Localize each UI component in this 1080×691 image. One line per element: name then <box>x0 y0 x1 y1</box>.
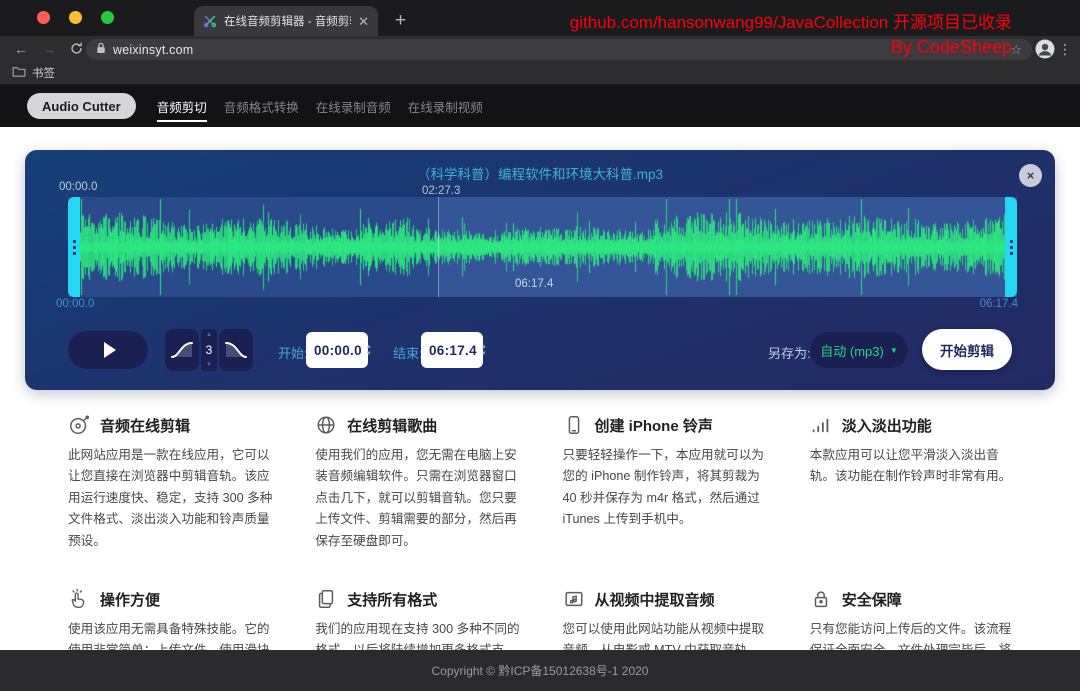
feature-text: 本款应用可以让您平滑淡入淡出音轨。该功能在制作铃声时非常有用。 <box>810 445 1015 488</box>
browser-menu-icon[interactable]: ⋮ <box>1058 39 1072 59</box>
fade-bars-icon <box>810 414 832 436</box>
track-title: （科学科普）编程软件和环境大科普.mp3 <box>25 163 1055 183</box>
start-cut-button[interactable]: 开始剪辑 <box>922 329 1012 370</box>
fade-out-icon <box>224 341 248 359</box>
https-lock-icon <box>96 41 106 59</box>
tab-close-icon[interactable]: ✕ <box>358 15 369 28</box>
play-icon <box>104 342 116 358</box>
save-as-label: 另存为: <box>768 343 811 362</box>
folder-icon <box>12 64 26 82</box>
overlay-text-line2: By CodeSheep <box>891 37 1012 58</box>
stepper-down-icon[interactable]: ▼ <box>206 362 212 368</box>
bookmarks-bar: 书签 <box>0 62 1080 85</box>
site-favicon-icon <box>203 14 217 28</box>
bookmark-folder-label[interactable]: 书签 <box>32 65 55 81</box>
feature-title: 在线剪辑歌曲 <box>347 415 437 436</box>
feature-card: 音频在线剪辑 此网站应用是一款在线应用，它可以让您直接在浏览器中剪辑音轨。该应用… <box>68 414 273 552</box>
format-dropdown[interactable]: 自动 (mp3) ▼ <box>810 332 908 368</box>
browser-window: 在线音频剪辑器 - 音频剪辑软件， ✕ + ← → weixinsyt.com … <box>0 0 1080 691</box>
copyright-text: Copyright © 黔ICP备15012638号-1 2020 <box>432 662 649 679</box>
feature-title: 安全保障 <box>842 589 902 610</box>
start-time-value: 00:00.0 <box>314 343 362 358</box>
mac-minimize-button[interactable] <box>69 11 82 24</box>
feature-title: 支持所有格式 <box>347 589 437 610</box>
track-end-time-label: 06:17.4 <box>980 298 1018 310</box>
start-time-input[interactable]: 00:00.0 ▲▼ <box>306 332 368 368</box>
site-nav: Audio Cutter 音频剪切 音频格式转换 在线录制音频 在线录制视频 <box>0 85 1080 127</box>
fade-in-icon <box>170 341 194 359</box>
playhead-line[interactable] <box>438 197 439 297</box>
vinyl-disc-icon <box>68 414 90 436</box>
fade-seconds-value: 3 <box>206 343 213 357</box>
end-time-input[interactable]: 06:17.4 ▲▼ <box>421 332 483 368</box>
bookmark-star-icon[interactable]: ☆ <box>1010 42 1022 58</box>
features-grid: 音频在线剪辑 此网站应用是一款在线应用，它可以让您直接在浏览器中剪辑音轨。该应用… <box>68 414 1015 683</box>
close-icon[interactable]: × <box>1019 164 1042 187</box>
feature-card: 在线剪辑歌曲 使用我们的应用，您无需在电脑上安装音频编辑软件。只需在浏览器窗口点… <box>315 414 520 552</box>
feature-card: 创建 iPhone 铃声 只要轻轻操作一下，本应用就可以为您的 iPhone 制… <box>563 414 768 552</box>
mac-close-button[interactable] <box>37 11 50 24</box>
overlay-text-line1: github.com/hansonwang99/JavaCollection 开… <box>570 8 1012 33</box>
feature-title: 操作方便 <box>100 589 160 610</box>
chevron-down-icon: ▼ <box>890 346 898 355</box>
feature-title: 音频在线剪辑 <box>100 415 190 436</box>
end-time-value: 06:17.4 <box>429 343 477 358</box>
nav-item-audio-cut[interactable]: 音频剪切 <box>157 91 207 122</box>
start-stepper[interactable]: ▲▼ <box>366 344 372 357</box>
nav-item-format-convert[interactable]: 音频格式转换 <box>224 91 299 122</box>
url-text: weixinsyt.com <box>113 43 193 57</box>
play-button[interactable] <box>68 331 148 369</box>
forward-icon[interactable]: → <box>42 40 56 58</box>
playhead-time-label: 02:27.3 <box>422 185 460 197</box>
profile-avatar[interactable] <box>1035 39 1055 64</box>
video-music-icon <box>563 588 585 610</box>
feature-card: 淡入淡出功能 本款应用可以让您平滑淡入淡出音轨。该功能在制作铃声时非常有用。 <box>810 414 1015 552</box>
tab-title: 在线音频剪辑器 - 音频剪辑软件， <box>224 13 351 29</box>
feature-title: 从视频中提取音频 <box>595 589 715 610</box>
feature-title: 创建 iPhone 铃声 <box>595 415 713 436</box>
format-value: 自动 (mp3) <box>820 341 884 360</box>
formats-docs-icon <box>315 588 337 610</box>
fade-out-button[interactable] <box>219 329 253 371</box>
new-tab-button[interactable]: + <box>395 7 406 35</box>
tap-hand-icon <box>68 588 90 610</box>
feature-text: 此网站应用是一款在线应用，它可以让您直接在浏览器中剪辑音轨。该应用运行速度快、稳… <box>68 445 273 552</box>
browser-tab[interactable]: 在线音频剪辑器 - 音频剪辑软件， ✕ <box>194 6 378 36</box>
brand-badge[interactable]: Audio Cutter <box>27 93 136 119</box>
fade-seconds-stepper[interactable]: ▲ 3 ▼ <box>201 329 217 371</box>
feature-text: 只要轻轻操作一下，本应用就可以为您的 iPhone 制作铃声，将其剪裁为 40 … <box>563 445 768 531</box>
end-label: 结束: <box>393 343 423 362</box>
track-start-time-label: 00:00.0 <box>56 298 94 310</box>
lock-icon <box>810 588 832 610</box>
waveform-track[interactable]: 06:17.4 <box>68 197 1017 297</box>
back-icon[interactable]: ← <box>14 40 28 58</box>
nav-item-record-audio[interactable]: 在线录制音频 <box>316 91 391 122</box>
iphone-icon <box>563 414 585 436</box>
fade-in-button[interactable] <box>165 329 199 371</box>
feature-text: 使用我们的应用，您无需在电脑上安装音频编辑软件。只需在浏览器窗口点击几下，就可以… <box>315 445 520 552</box>
stepper-up-icon[interactable]: ▲ <box>206 332 212 338</box>
reload-icon[interactable] <box>70 41 83 59</box>
start-label: 开始: <box>278 343 308 362</box>
globe-icon <box>315 414 337 436</box>
end-stepper[interactable]: ▲▼ <box>481 344 487 357</box>
trim-handle-left[interactable] <box>68 197 80 297</box>
page-footer: Copyright © 黔ICP备15012638号-1 2020 <box>0 650 1080 691</box>
audio-editor-panel: （科学科普）编程软件和环境大科普.mp3 × 00:00.0 02:27.3 0… <box>25 150 1055 390</box>
duration-label: 06:17.4 <box>515 278 553 290</box>
mac-fullscreen-button[interactable] <box>101 11 114 24</box>
nav-item-record-video[interactable]: 在线录制视频 <box>408 91 483 122</box>
trim-handle-right[interactable] <box>1005 197 1017 297</box>
selection-start-time-label: 00:00.0 <box>59 181 97 193</box>
feature-title: 淡入淡出功能 <box>842 415 932 436</box>
